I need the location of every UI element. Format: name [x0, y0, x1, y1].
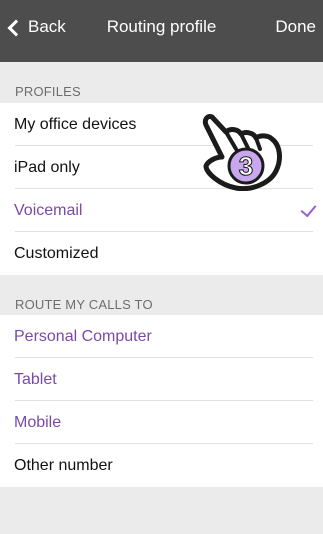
route-list: Personal Computer Tablet Mobile Other nu… — [0, 315, 323, 487]
route-item-label: Mobile — [14, 413, 62, 431]
route-item-other-number[interactable]: Other number — [0, 444, 323, 487]
back-label: Back — [28, 17, 66, 36]
back-button[interactable]: Back — [7, 17, 66, 37]
bottom-spacer — [0, 487, 323, 515]
route-item-tablet[interactable]: Tablet — [0, 358, 323, 401]
route-item-personal-computer[interactable]: Personal Computer — [0, 315, 323, 358]
tutorial-hand-pointer-icon: 3 — [202, 114, 282, 191]
profile-item-customized[interactable]: Customized — [0, 232, 323, 275]
profiles-section-header: PROFILES — [0, 62, 323, 103]
profile-item-label: iPad only — [14, 158, 80, 176]
checkmark-icon — [300, 200, 317, 218]
step-number: 3 — [239, 151, 253, 181]
navigation-bar: Back Routing profile Done — [0, 0, 323, 62]
profile-item-voicemail[interactable]: Voicemail — [0, 189, 323, 232]
route-item-label: Personal Computer — [14, 327, 152, 345]
route-section-header: ROUTE MY CALLS TO — [0, 275, 323, 315]
route-item-label: Tablet — [14, 370, 57, 388]
route-item-label: Other number — [14, 456, 113, 474]
profile-item-label: Voicemail — [14, 201, 83, 219]
route-item-mobile[interactable]: Mobile — [0, 401, 323, 444]
profile-item-label: My office devices — [14, 115, 137, 133]
done-button[interactable]: Done — [275, 17, 316, 37]
profile-item-label: Customized — [14, 244, 99, 262]
chevron-left-icon — [7, 19, 25, 37]
